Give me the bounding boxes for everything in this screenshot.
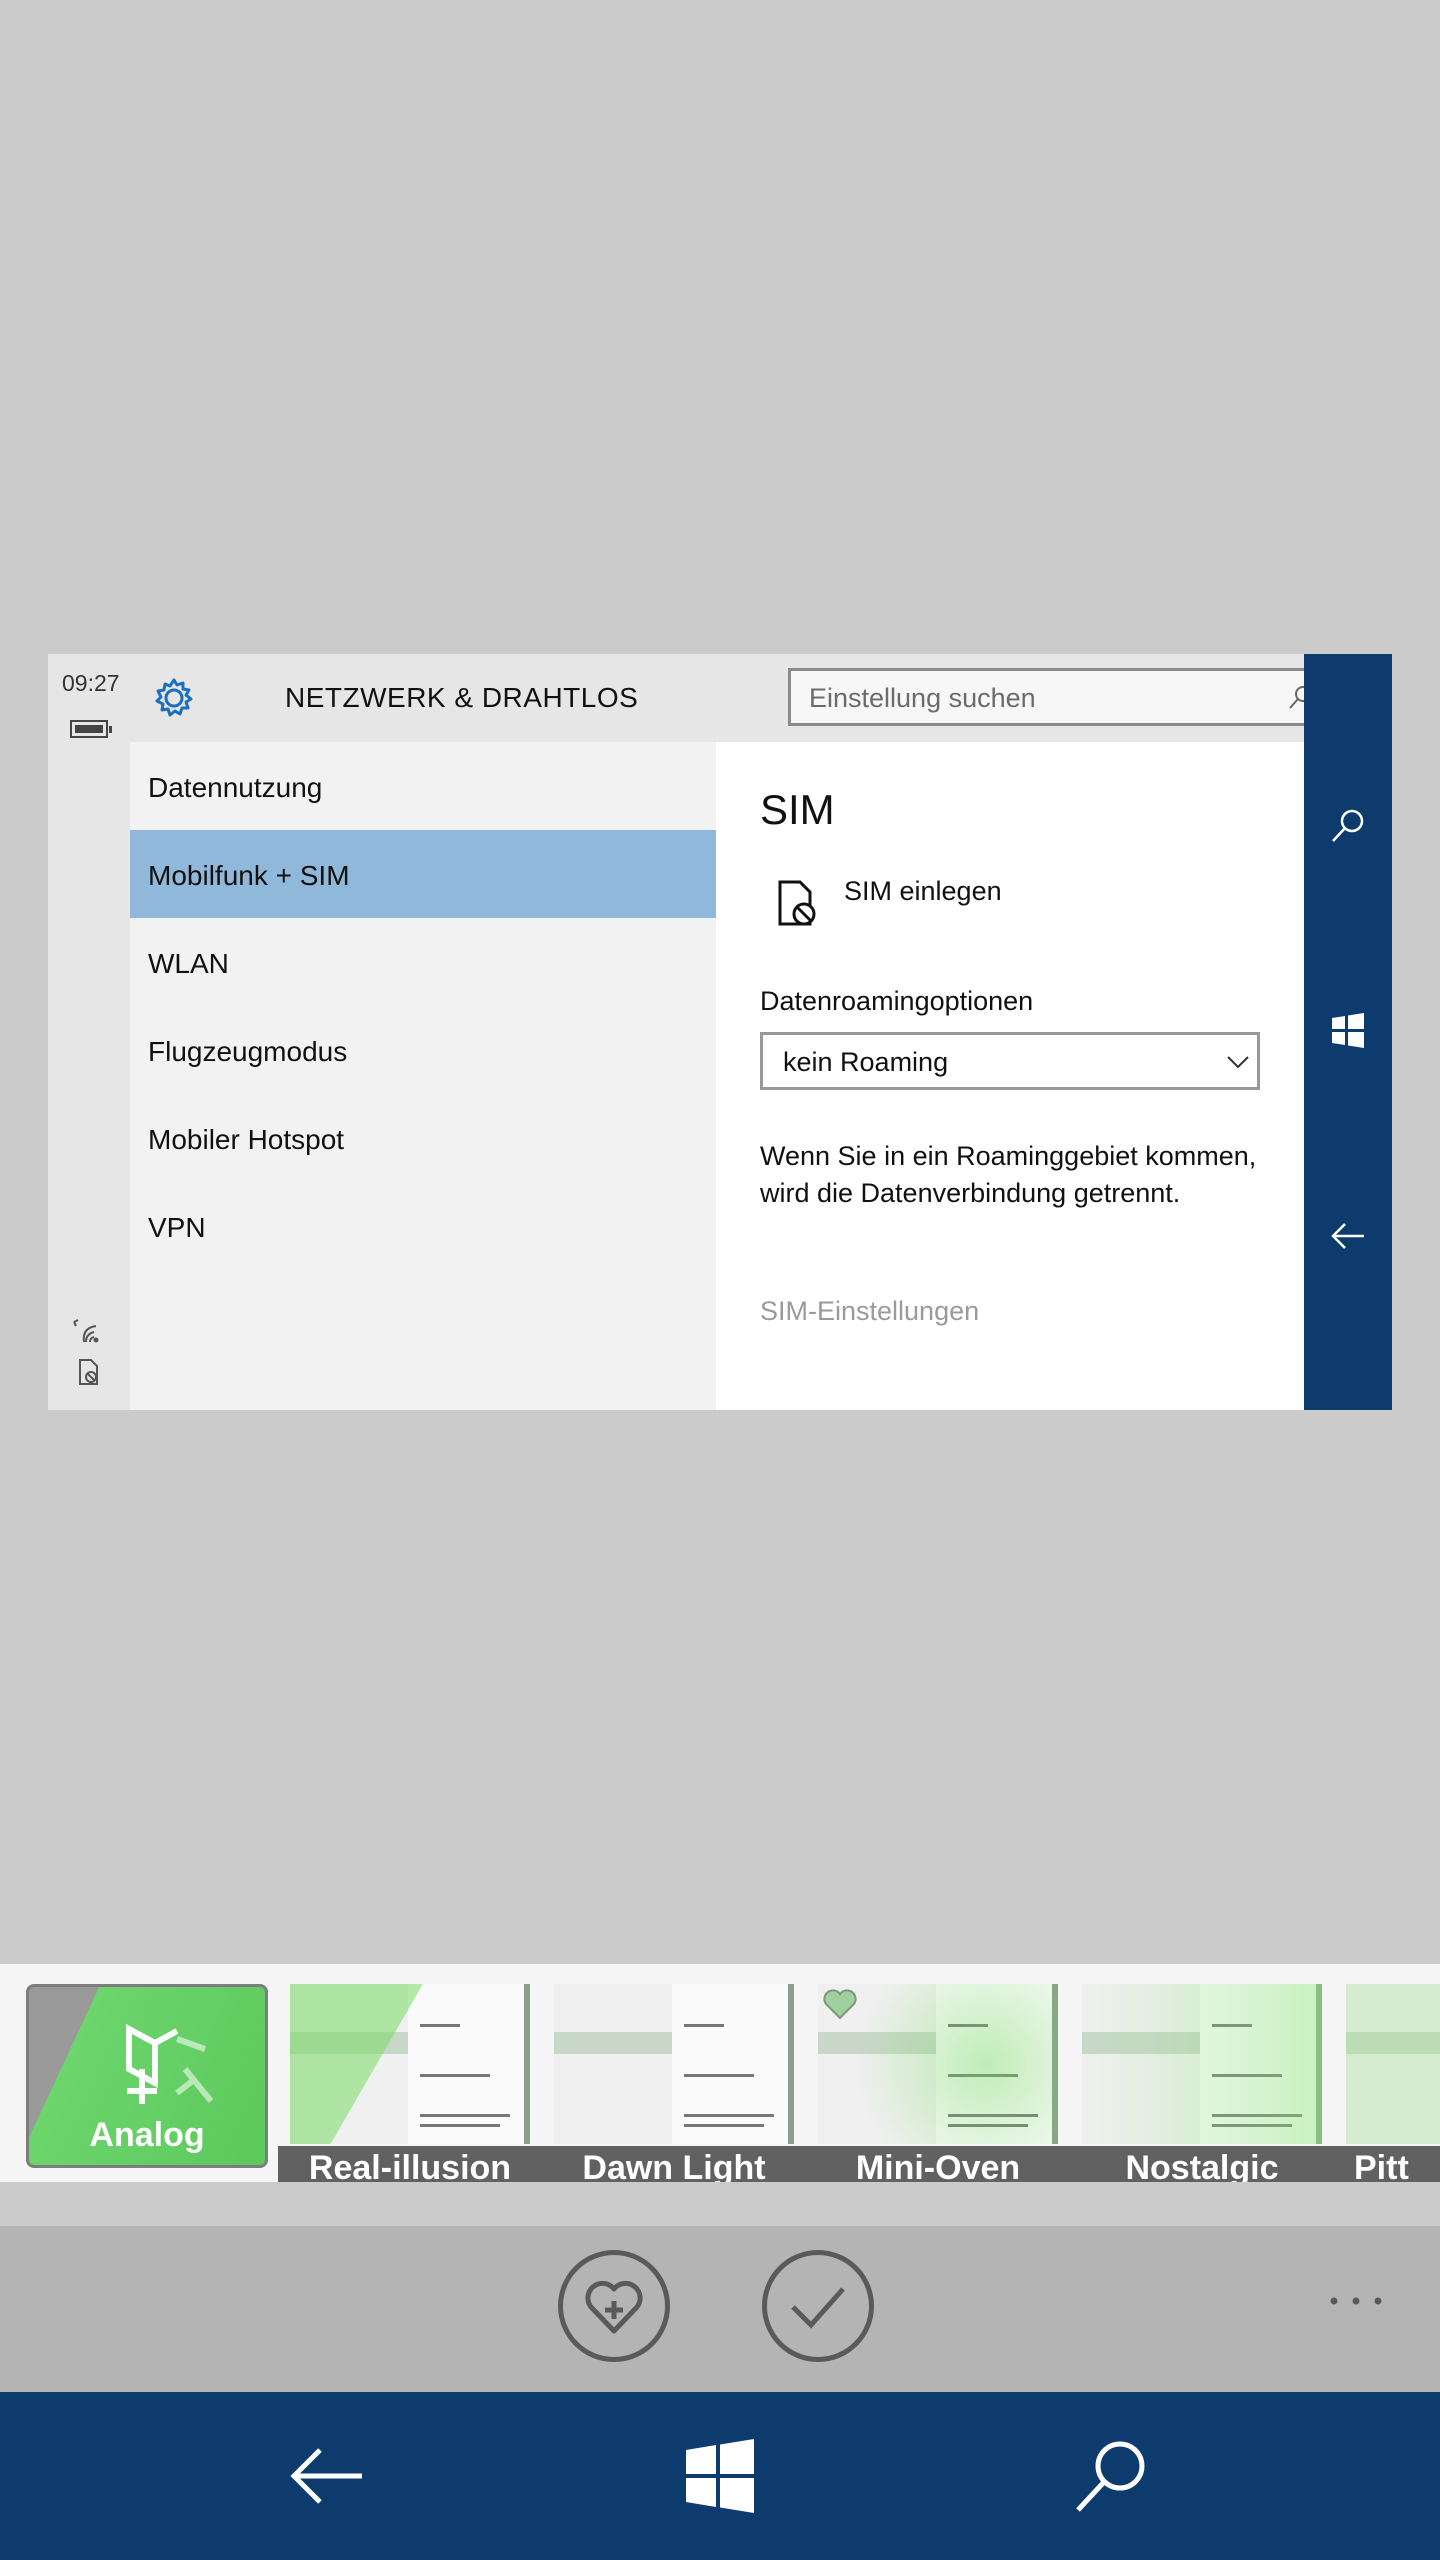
- more-icon[interactable]: [1326, 2286, 1386, 2316]
- nav-item-label: Mobilfunk + SIM: [148, 860, 350, 891]
- filter-preview-image: [1346, 1984, 1440, 2144]
- checkmark-icon: [791, 2287, 845, 2329]
- nav-item-label: WLAN: [148, 948, 229, 979]
- gear-icon: [155, 678, 193, 717]
- filter-caption: Nostalgic: [1070, 2146, 1334, 2182]
- status-time: 09:27: [62, 670, 120, 696]
- filter-preview-image: [554, 1984, 794, 2144]
- favorite-add-icon: [585, 2280, 643, 2334]
- back-arrow-icon[interactable]: [1328, 1216, 1368, 1256]
- roaming-options-label: Datenroamingoptionen: [760, 986, 1034, 1016]
- sim-settings-link[interactable]: SIM-Einstellungen: [760, 1296, 979, 1327]
- edited-photo-preview: 09:27 NETZWERK & DRAHTLOS Einstellung su…: [48, 654, 1392, 1410]
- sim-insert-text[interactable]: SIM einlegen: [844, 876, 1002, 907]
- sim-card-icon: [778, 880, 816, 926]
- filter-caption: Pitt: [1334, 2146, 1440, 2182]
- filter-adjust-icon: [126, 2023, 214, 2104]
- roaming-selected-value: kein Roaming: [783, 1047, 949, 1077]
- nav-item-mobiler-hotspot[interactable]: Mobiler Hotspot: [130, 1094, 716, 1182]
- sim-status-icon: [79, 1359, 98, 1385]
- filter-preview-image: [1082, 1984, 1322, 2144]
- settings-nav: Datennutzung Mobilfunk + SIM WLAN Flugze…: [130, 742, 716, 1410]
- nav-item-label: VPN: [148, 1212, 206, 1243]
- search-icon[interactable]: [1328, 806, 1368, 846]
- filter-preview-image: [290, 1984, 530, 2144]
- nav-item-flugzeugmodus[interactable]: Flugzeugmodus: [130, 1006, 716, 1094]
- status-column: 09:27: [48, 654, 130, 1410]
- apply-button[interactable]: [762, 2250, 874, 2362]
- roaming-description: Wenn Sie in ein Roaminggebiet kommen, wi…: [760, 1141, 1257, 1208]
- filter-preview-image: [818, 1984, 1058, 2144]
- filter-strip[interactable]: Analog Real-illusion Dawn Light Mini-Ove…: [0, 1964, 1440, 2182]
- nav-item-mobilfunk-sim[interactable]: Mobilfunk + SIM: [130, 830, 716, 918]
- nav-item-vpn[interactable]: VPN: [130, 1182, 716, 1270]
- add-favorite-button[interactable]: [558, 2250, 670, 2362]
- filter-thumb-dawn-light[interactable]: Dawn Light: [542, 1974, 806, 2182]
- filter-caption: Dawn Light: [542, 2146, 806, 2182]
- wifi-signal-icon: [73, 1319, 99, 1343]
- nav-item-datennutzung[interactable]: Datennutzung: [130, 742, 716, 830]
- filter-thumb-pitt[interactable]: Pitt: [1334, 1974, 1440, 2182]
- nav-item-label: Mobiler Hotspot: [148, 1124, 345, 1155]
- search-icon[interactable]: [1068, 2432, 1156, 2520]
- system-navigation-bar: [0, 2392, 1440, 2560]
- favorite-heart-icon: [823, 1989, 857, 2020]
- battery-icon: [70, 720, 112, 738]
- filter-caption: Mini-Oven: [806, 2146, 1070, 2182]
- filter-thumb-nostalgic[interactable]: Nostalgic: [1070, 1974, 1334, 2182]
- search-placeholder: Einstellung suchen: [809, 683, 1036, 713]
- windows-icon[interactable]: [1328, 1010, 1368, 1050]
- nav-item-wlan[interactable]: WLAN: [130, 918, 716, 1006]
- windows-start-icon[interactable]: [676, 2432, 764, 2520]
- filter-caption: Real-illusion: [278, 2146, 542, 2182]
- roaming-options-select[interactable]: kein Roaming: [760, 1032, 1260, 1090]
- preview-side-bar: [1304, 654, 1392, 1410]
- back-icon[interactable]: [282, 2432, 370, 2520]
- filter-analog-selected[interactable]: Analog: [26, 1984, 268, 2168]
- page-title: NETZWERK & DRAHTLOS: [285, 682, 639, 713]
- settings-search-input[interactable]: Einstellung suchen: [788, 668, 1330, 726]
- nav-item-label: Datennutzung: [148, 772, 323, 803]
- chevron-down-icon: [1227, 1056, 1249, 1069]
- nav-item-label: Flugzeugmodus: [148, 1036, 348, 1067]
- sim-settings-panel: SIM SIM einlegen Datenroamingoptionen ke…: [716, 742, 1304, 1410]
- filter-label: Analog: [89, 2116, 205, 2154]
- filter-thumb-real-illusion[interactable]: Real-illusion: [278, 1974, 542, 2182]
- section-heading: SIM: [760, 786, 835, 833]
- filter-thumb-mini-oven[interactable]: Mini-Oven: [806, 1974, 1070, 2182]
- action-bar: [0, 2226, 1440, 2392]
- settings-header: NETZWERK & DRAHTLOS Einstellung suchen: [130, 654, 1330, 742]
